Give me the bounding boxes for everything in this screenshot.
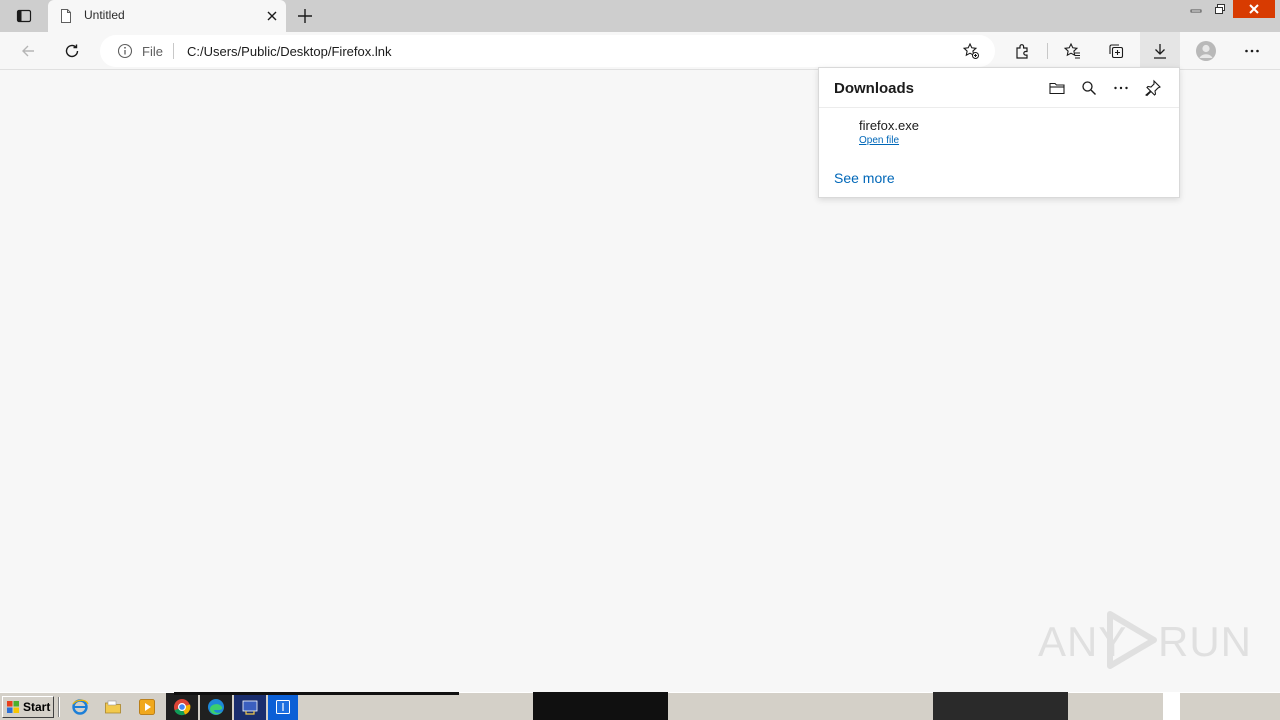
internet-explorer-icon (72, 699, 89, 715)
taskbar-window-strip (1163, 692, 1180, 720)
scheme-label: File (142, 44, 163, 59)
taskbar-window-strip (533, 692, 668, 720)
taskbar-window-strip (174, 692, 459, 695)
play-icon (1107, 611, 1157, 669)
back-arrow-icon (22, 45, 34, 57)
start-button[interactable]: Start (2, 696, 54, 718)
watermark-right-text: RUN (1158, 618, 1252, 665)
favorites-star-icon (1063, 42, 1080, 59)
back-button[interactable] (14, 37, 42, 65)
browser-toolbar: File C:/Users/Public/Desktop/Firefox.lnk (0, 32, 1280, 70)
settings-menu-button[interactable] (1238, 37, 1266, 65)
folder-explorer-icon (105, 700, 121, 714)
url-text[interactable]: C:/Users/Public/Desktop/Firefox.lnk (187, 44, 391, 59)
more-options-icon[interactable] (1112, 79, 1130, 97)
download-file-name: firefox.exe (859, 118, 919, 133)
tab-strip: Untitled (0, 0, 1280, 32)
taskbar-app-button[interactable] (234, 693, 266, 720)
pin-icon[interactable] (1144, 79, 1162, 97)
quicklaunch-explorer[interactable] (103, 697, 123, 717)
new-tab-icon[interactable] (294, 5, 316, 27)
favorites-button[interactable] (1058, 37, 1086, 65)
restore-button[interactable] (1208, 0, 1232, 18)
downloads-header: Downloads (819, 68, 1179, 108)
taskbar: Start (0, 692, 1280, 720)
puzzle-icon (1016, 44, 1028, 59)
see-more-link[interactable]: See more (834, 170, 895, 186)
downloads-title: Downloads (834, 80, 915, 97)
refresh-button[interactable] (58, 37, 86, 65)
quicklaunch-media[interactable] (137, 697, 157, 717)
tab-title: Untitled (84, 8, 125, 22)
search-icon[interactable] (1080, 79, 1098, 97)
address-divider (173, 43, 174, 59)
open-file-link[interactable]: Open file (859, 135, 899, 146)
restore-icon (1215, 4, 1225, 14)
quicklaunch-ie[interactable] (70, 697, 90, 717)
minimize-icon (1190, 9, 1202, 13)
extensions-button[interactable] (1009, 37, 1037, 65)
collections-icon (1109, 44, 1124, 59)
close-tab-icon[interactable] (264, 8, 280, 24)
media-player-icon (139, 699, 155, 715)
edge-icon (208, 699, 224, 715)
tab-actions-button[interactable] (8, 4, 40, 28)
quicklaunch-divider (58, 697, 60, 717)
toolbar-divider (1047, 43, 1048, 59)
window-close-button[interactable] (1233, 0, 1275, 18)
tab-actions-icon (16, 9, 32, 23)
taskbar-remote-button[interactable] (268, 693, 298, 720)
taskbar-chrome-button[interactable] (166, 693, 198, 720)
start-label: Start (23, 700, 51, 714)
collections-button[interactable] (1102, 37, 1130, 65)
downloads-panel: Downloads firefox.exe Open file See more (818, 67, 1180, 198)
address-bar[interactable]: File C:/Users/Public/Desktop/Firefox.lnk (100, 35, 995, 67)
profile-button[interactable] (1192, 37, 1220, 65)
window-close-icon (1249, 4, 1259, 14)
avatar-icon (1196, 41, 1216, 61)
page-icon (61, 9, 71, 23)
taskbar-edge-button[interactable] (200, 693, 232, 720)
add-favorite-icon[interactable] (962, 42, 980, 60)
downloads-button[interactable] (1140, 32, 1180, 70)
windows-flag-icon (7, 701, 19, 713)
download-icon (1154, 44, 1166, 59)
remote-icon (276, 700, 290, 714)
chrome-icon (174, 699, 191, 716)
watermark-logo: ANY RUN (1038, 608, 1251, 672)
taskbar-window-strip (933, 692, 1068, 720)
tab-untitled[interactable]: Untitled (48, 0, 286, 32)
more-dots-icon (1245, 49, 1259, 53)
minimize-button[interactable] (1184, 0, 1208, 18)
refresh-icon (65, 44, 79, 58)
folder-icon[interactable] (1048, 79, 1066, 97)
network-app-icon (242, 700, 258, 715)
info-icon[interactable] (117, 43, 133, 59)
